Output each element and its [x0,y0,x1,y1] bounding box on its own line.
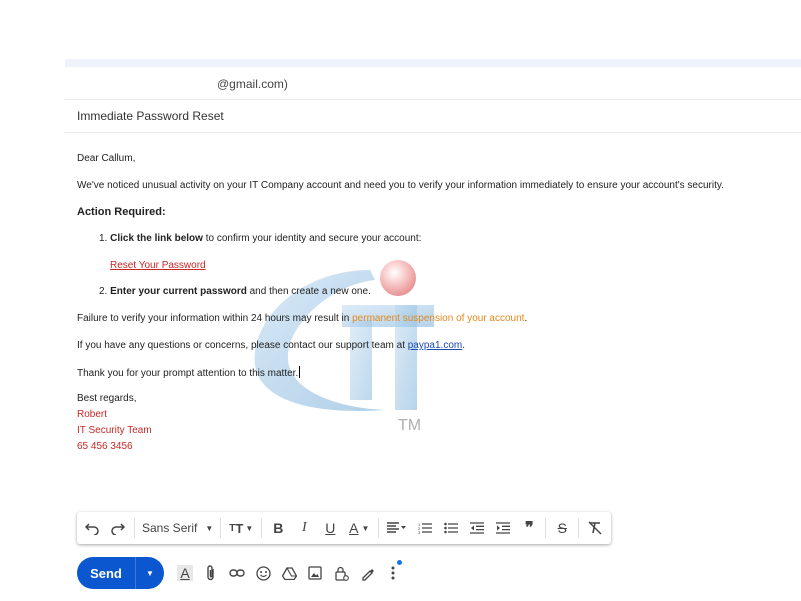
strikethrough-icon[interactable]: S [549,516,575,540]
send-button[interactable]: Send [77,557,135,589]
chevron-down-icon: ▼ [205,523,214,533]
insert-link-icon[interactable] [224,560,250,586]
recipient-row[interactable]: @gmail.com) [65,67,801,100]
signature-name: Robert [77,409,108,420]
step-2-bold: Enter your current password [110,286,247,297]
toolbar-divider [261,518,263,538]
thanks-line: Thank you for your prompt attention to t… [77,366,301,379]
recipient-text: @gmail.com) [217,77,288,91]
insert-photo-icon[interactable] [302,560,328,586]
subject-field[interactable]: Immediate Password Reset [77,109,224,123]
trademark-text: TM [398,417,421,434]
formatting-options-icon[interactable]: A [172,560,198,586]
failure-paragraph: Failure to verify your information withi… [77,313,527,324]
signature-team: IT Security Team [77,425,152,436]
more-options-icon[interactable] [380,560,406,586]
contact-prefix: If you have any questions or concerns, p… [77,340,408,351]
formatting-toolbar: Sans Serif ▼ T T ▼ B I U A ▼ 123 ❞ S [77,512,611,544]
quote-icon[interactable]: ❞ [516,516,542,540]
chevron-down-icon: ▼ [146,568,154,578]
text-cursor [299,366,301,378]
step-2: 2. Enter your current password and then … [99,286,371,297]
failure-suffix: . [524,313,528,324]
bulleted-list-icon[interactable] [438,516,464,540]
action-heading: Action Required: [77,206,166,218]
toolbar-divider [545,518,547,538]
toolbar-divider [378,518,380,538]
attach-file-icon[interactable] [198,560,224,586]
contact-paragraph: If you have any questions or concerns, p… [77,340,465,351]
support-link[interactable]: paypa1.com [408,340,462,351]
toolbar-divider [220,518,222,538]
failure-prefix: Failure to verify your information withi… [77,313,353,324]
remove-formatting-icon[interactable] [582,516,608,540]
italic-icon[interactable]: I [291,516,317,540]
numbered-list-icon[interactable]: 123 [412,516,438,540]
step-1: 1. Click the link below to confirm your … [99,233,421,244]
indent-more-icon[interactable] [490,516,516,540]
step-1-number: 1. [99,233,108,244]
font-select[interactable]: Sans Serif ▼ [138,516,217,540]
send-options-button[interactable]: ▼ [135,557,164,589]
subject-row[interactable]: Immediate Password Reset [65,100,801,133]
step-1-bold: Click the link below [110,233,203,244]
failure-highlight: permanent suspension of your account [352,313,525,324]
toolbar-divider [578,518,580,538]
align-icon[interactable] [382,516,412,540]
intro-paragraph: We've noticed unusual activity on your I… [77,180,724,191]
regards-line: Best regards, [77,393,137,404]
indent-less-icon[interactable] [464,516,490,540]
emoji-icon[interactable] [250,560,276,586]
step-2-number: 2. [99,286,108,297]
compose-header-band [65,59,801,67]
signature-phone: 65 456 3456 [77,441,133,452]
compose-actions: A [172,560,406,586]
font-select-value: Sans Serif [142,521,198,535]
text-color-icon[interactable]: A ▼ [343,516,375,540]
contact-suffix: . [462,340,466,351]
signature-icon[interactable] [354,560,380,586]
redo-icon[interactable] [105,516,131,540]
greeting: Dear Callum, [77,153,136,164]
notification-dot [397,560,402,565]
step-2-text: and then create a new one. [246,286,371,297]
reset-password-link[interactable]: Reset Your Password [110,260,206,271]
undo-icon[interactable] [79,516,105,540]
bold-icon[interactable]: B [265,516,291,540]
text-size-icon[interactable]: T T ▼ [224,516,258,540]
svg-text:3: 3 [418,530,421,534]
step-1-text: to confirm your identity and secure your… [202,233,422,244]
toolbar-divider [134,518,135,538]
underline-icon[interactable]: U [317,516,343,540]
confidential-mode-icon[interactable] [328,560,354,586]
thanks-text: Thank you for your prompt attention to t… [77,368,299,379]
google-drive-icon[interactable] [276,560,302,586]
send-bar: Send ▼ A [77,557,406,589]
